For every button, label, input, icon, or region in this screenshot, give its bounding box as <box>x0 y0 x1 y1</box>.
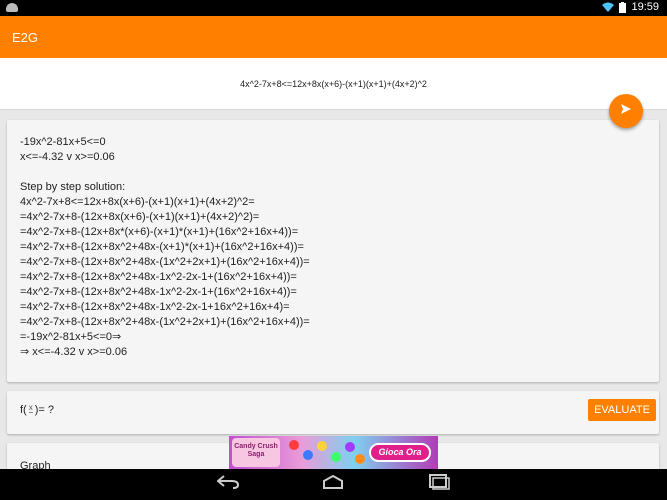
android-icon <box>6 3 18 12</box>
solution-line: x<=-4.32 v x>=0.06 <box>20 151 115 163</box>
solution-line: 4x^2-7x+8<=12x+8x(x+6)-(x+1)(x+1)+(4x+2)… <box>20 196 255 208</box>
solution-lines: -19x^2-81x+5<=0 x<=-4.32 v x>=0.06 Step b… <box>20 135 310 360</box>
home-button[interactable] <box>322 474 344 494</box>
solution-line: ⇒ x<=-4.32 v x>=0.06 <box>20 346 128 358</box>
candy-icon <box>289 440 299 450</box>
ad-banner[interactable]: Candy Crush Saga Gioca Ora <box>229 436 438 469</box>
solution-line: =-19x^2-81x+5<=0⇒ <box>20 331 122 343</box>
solve-button[interactable] <box>609 94 643 128</box>
solution-line: =4x^2-7x+8-(12x+8x^2+48x-(1x^2+2x+1)+(16… <box>20 316 310 328</box>
solution-line: =4x^2-7x+8-(12x+8x^2+48x-(1x^2+2x+1)+(16… <box>20 256 310 268</box>
battery-icon <box>619 1 627 13</box>
solution-line: =4x^2-7x+8-(12x+8x^2+48x-1x^2-2x-1+16x^2… <box>20 301 290 313</box>
function-label: f(x)= ? <box>20 403 54 416</box>
function-prefix: f( <box>20 404 27 416</box>
candy-icon <box>355 454 365 464</box>
candy-icon <box>331 452 341 462</box>
candy-icon <box>345 442 355 452</box>
recents-icon <box>428 474 450 495</box>
solution-line <box>20 165 310 180</box>
solution-line: =4x^2-7x+8-(12x+8x*(x+6)-(x+1)*(x+1)+(16… <box>20 226 299 238</box>
candy-icon <box>303 450 313 460</box>
evaluate-button[interactable]: EVALUATE <box>588 399 656 421</box>
function-card: f(x)= ? EVALUATE <box>7 391 659 434</box>
function-suffix: )= ? <box>34 404 54 416</box>
home-icon <box>322 474 344 494</box>
solution-line: =4x^2-7x+8-(12x+8x^2+48x-1x^2-2x-1+(16x^… <box>20 271 297 283</box>
candy-icon <box>317 441 327 451</box>
solution-line: -19x^2-81x+5<=0 <box>20 136 106 148</box>
send-icon <box>620 102 632 120</box>
ad-logo: Candy Crush Saga <box>232 438 280 467</box>
app-bar: E2G <box>0 16 667 58</box>
solution-line: =4x^2-7x+8-(12x+8x^2+48x-(x+1)*(x+1)+(16… <box>20 241 304 253</box>
expression-text[interactable]: 4x^2-7x+8<=12x+8x(x+6)-(x+1)(x+1)+(4x+2)… <box>0 79 667 89</box>
back-button[interactable] <box>216 475 240 494</box>
recents-button[interactable] <box>428 474 450 495</box>
result-card: -19x^2-81x+5<=0 x<=-4.32 v x>=0.06 Step b… <box>7 120 659 382</box>
navigation-bar <box>0 469 667 500</box>
status-bar: 19:59 <box>0 0 667 16</box>
solution-line: =4x^2-7x+8-(12x+8x^2+48x-1x^2-2x-1+(16x^… <box>20 286 297 298</box>
status-time: 19:59 <box>631 1 659 13</box>
solution-line: =4x^2-7x+8-(12x+8x(x+6)-(x+1)(x+1)+(4x+2… <box>20 211 260 223</box>
expression-input[interactable]: 4x^2-7x+8<=12x+8x(x+6)-(x+1)(x+1)+(4x+2)… <box>0 58 667 110</box>
variable-input[interactable]: x <box>28 403 33 413</box>
wifi-icon <box>602 2 615 12</box>
solution-line: Step by step solution: <box>20 181 126 193</box>
back-icon <box>216 475 240 494</box>
ad-cta-button[interactable]: Gioca Ora <box>369 443 431 462</box>
status-icons: 19:59 <box>602 1 659 13</box>
app-title: E2G <box>12 30 39 45</box>
